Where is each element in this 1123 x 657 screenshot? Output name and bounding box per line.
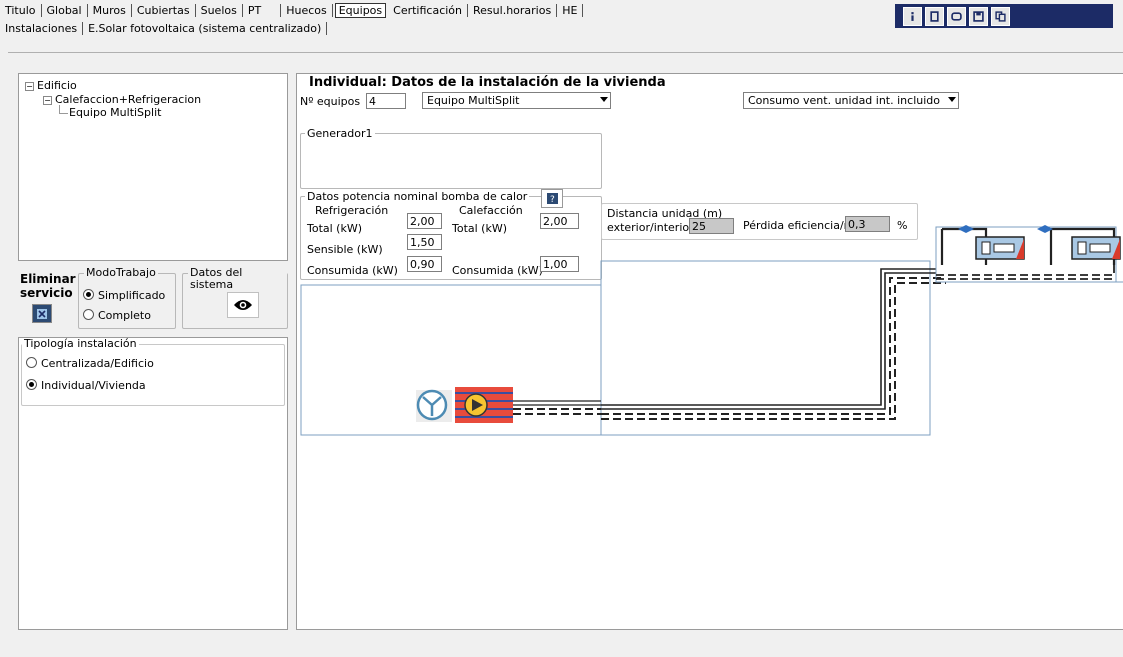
tab-solar-fotovoltaica[interactable]: E.Solar fotovoltaica (sistema centraliza… (83, 21, 328, 35)
modo-simplificado-radio[interactable]: Simplificado (83, 289, 165, 302)
toolbar (895, 4, 1113, 28)
installation-tree: − Edificio − Calefaccion+Refrigeracion Equ… (18, 73, 288, 261)
tipologia-group: Tipología instalación Centralizada/Edifi… (21, 338, 285, 406)
svg-text:?: ? (550, 195, 555, 204)
datos-sistema-legend: Datos del sistema (188, 267, 287, 291)
heat-pump-icon (455, 387, 513, 423)
help-icon: ? (546, 193, 558, 204)
tipologia-centralizada-radio[interactable]: Centralizada/Edificio (26, 357, 154, 370)
tab-global[interactable]: Global (42, 3, 88, 17)
tab-muros[interactable]: Muros (88, 3, 132, 17)
tab-huecos[interactable]: Huecos (280, 3, 333, 17)
datos-sistema-group: Datos del sistema (182, 267, 288, 329)
info-icon[interactable] (903, 6, 922, 26)
potencia-legend: Datos potencia nominal bomba de calor (305, 190, 530, 203)
tree-connector (59, 105, 68, 114)
tree-node-multisplit[interactable]: Equipo MultiSplit (69, 106, 161, 119)
save-icon[interactable] (969, 6, 988, 26)
consumo-select[interactable]: Consumo vent. unidad int. incluido (743, 92, 959, 109)
n-equipos-input[interactable]: 4 (366, 93, 406, 109)
tree-node-edificio[interactable]: − Edificio (25, 79, 77, 92)
pipe-run (601, 268, 946, 420)
fan-icon (416, 389, 452, 422)
tipologia-individual-radio[interactable]: Individual/Vivienda (26, 379, 146, 392)
installation-schematic (300, 225, 1123, 436)
tab-pt[interactable]: PT (243, 4, 266, 17)
main-tabs: Titulo Global Muros Cubiertas Suelos PT … (0, 1, 584, 19)
tipologia-legend: Tipología instalación (22, 337, 139, 350)
eye-icon (234, 300, 252, 310)
document-icon[interactable] (925, 6, 944, 26)
tab-titulo[interactable]: Titulo (0, 3, 42, 17)
modo-trabajo-group: ModoTrabajo Simplificado Completo (78, 267, 176, 329)
tab-certificacion[interactable]: Certificación (388, 3, 469, 17)
copy-icon[interactable] (991, 6, 1010, 26)
indoor-unit-icon (1071, 236, 1121, 260)
page-title: Individual: Datos de la instalación de l… (309, 75, 666, 90)
eliminar-servicio-label: Eliminar servicio (20, 272, 76, 300)
tab-instalaciones[interactable]: Instalaciones (0, 21, 84, 35)
view-system-button[interactable] (227, 292, 259, 318)
modo-trabajo-legend: ModoTrabajo (84, 266, 158, 279)
indoor-unit-icon (975, 236, 1025, 260)
tab-equipos[interactable]: Equipos (334, 2, 387, 18)
calefaccion-header: Calefacción (459, 204, 523, 217)
collapse-icon[interactable]: − (43, 96, 52, 105)
delete-icon (37, 308, 47, 319)
tab-he[interactable]: HE (557, 3, 584, 17)
collapse-icon[interactable]: − (25, 82, 34, 91)
generador-group: Generador1 (300, 128, 602, 189)
tab-resul-horarios[interactable]: Resul.horarios (468, 3, 558, 17)
chevron-down-icon (600, 97, 608, 102)
equipo-select[interactable]: Equipo MultiSplit (422, 92, 611, 109)
tab-suelos[interactable]: Suelos (196, 3, 243, 17)
n-equipos-label: Nº equipos (300, 95, 361, 108)
refrigeracion-header: Refrigeración (315, 204, 389, 217)
chevron-down-icon (948, 97, 956, 102)
content-frame (8, 52, 1123, 53)
valve-icon (958, 225, 1053, 233)
tipologia-panel: Tipología instalación Centralizada/Edifi… (18, 337, 288, 630)
delete-service-button[interactable] (32, 304, 52, 323)
sub-tabs: Instalaciones E.Solar fotovoltaica (sist… (0, 19, 328, 37)
help-button[interactable]: ? (541, 189, 563, 208)
modo-completo-radio[interactable]: Completo (83, 309, 151, 322)
window-icon[interactable] (947, 6, 966, 26)
tab-cubiertas[interactable]: Cubiertas (132, 3, 196, 17)
generador-legend: Generador1 (305, 127, 375, 140)
